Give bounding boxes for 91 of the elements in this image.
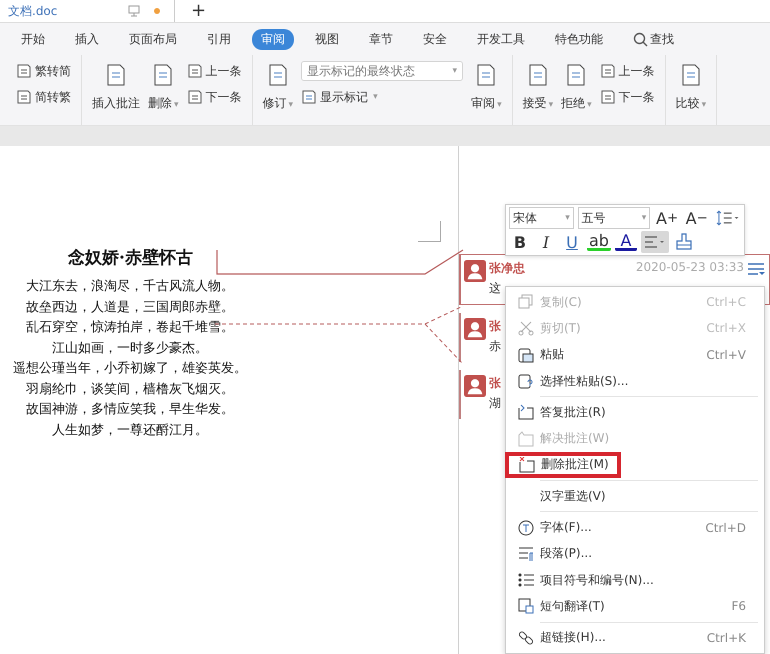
ribbon-button[interactable]: 下一条	[186, 87, 242, 107]
ribbon-button[interactable]: 下一条	[600, 87, 655, 107]
document-icon	[600, 63, 616, 79]
comment-text: 赤	[489, 338, 501, 355]
comment-icon	[518, 430, 534, 447]
ribbon-button[interactable]: 上一条	[600, 61, 655, 81]
brush-icon	[674, 233, 693, 251]
copy-icon	[518, 294, 534, 310]
ribbon-tab[interactable]: 章节	[360, 28, 402, 50]
poem-line: 人生如梦，一尊还酹江月。	[52, 422, 208, 440]
menu-icon[interactable]	[747, 262, 765, 276]
ribbon-button[interactable]: 比较 ▾	[676, 59, 706, 112]
paragraph-icon	[518, 546, 534, 562]
ribbon-button[interactable]: 拒绝 ▾	[561, 59, 592, 112]
line-spacing-icon	[716, 210, 740, 226]
avatar-icon	[464, 375, 486, 397]
align-left-icon	[642, 234, 667, 250]
comment-author: 张净忠	[489, 260, 525, 277]
comment-author: 张	[489, 375, 501, 392]
ribbon-tab[interactable]: 页面布局	[120, 28, 186, 50]
clipboard-icon	[518, 346, 534, 363]
poem-line: 遥想公瑾当年，小乔初嫁了，雄姿英发。	[13, 360, 247, 378]
ribbon-button[interactable]: 插入批注	[92, 59, 140, 112]
ribbon-button[interactable]: 显示标记 ▾	[301, 87, 464, 107]
monitor-icon[interactable]	[128, 5, 140, 17]
poem-line: 故垒西边，人道是，三国周郎赤壁。	[26, 298, 234, 316]
ribbon-button[interactable]: 修订 ▾	[262, 59, 294, 112]
document-icon	[301, 89, 318, 105]
poem-line: 故国神游，多情应笑我，早生华发。	[26, 401, 234, 419]
menu-item[interactable]: 答复批注(R)	[508, 399, 762, 426]
menu-item[interactable]: 删除批注(M)	[505, 452, 621, 478]
avatar-icon	[464, 260, 486, 282]
document-icon	[186, 89, 203, 105]
bold-button[interactable]: B	[509, 231, 531, 253]
comment-date: 2020-05-23 03:33	[636, 260, 744, 276]
menu-item[interactable]: 字体(F)... Ctrl+D	[508, 514, 762, 541]
poem-line: 江山如画，一时多少豪杰。	[52, 340, 208, 358]
ribbon-button[interactable]: 简转繁	[16, 87, 71, 107]
bullet-list-icon	[518, 572, 534, 588]
align-button[interactable]	[640, 231, 669, 253]
font-color-button[interactable]: A	[614, 233, 637, 251]
clipboard-icon	[518, 373, 534, 390]
ribbon-tab[interactable]: 安全	[414, 28, 456, 50]
poem-title: 念奴娇·赤壁怀古	[68, 247, 194, 269]
ribbon-button[interactable]: 繁转简	[16, 61, 71, 81]
comment-reply-icon	[518, 404, 534, 420]
poem-line: 乱石穿空，惊涛拍岸，卷起千堆雪。	[26, 319, 234, 337]
translate-icon	[518, 598, 534, 614]
page-corner-mark	[418, 221, 441, 242]
ribbon-tab[interactable]: 开发工具	[468, 28, 534, 50]
italic-button[interactable]: I	[535, 231, 557, 253]
poem-line: 大江东去，浪淘尽，千古风流人物。	[26, 278, 234, 296]
ribbon-button[interactable]: 上一条	[186, 61, 242, 81]
menu-item[interactable]: 短句翻译(T) F6	[508, 593, 762, 620]
ribbon-tab[interactable]: 插入	[66, 28, 108, 50]
menu-item[interactable]: 粘贴 Ctrl+V	[508, 342, 762, 368]
ribbon-tab[interactable]: 特色功能	[546, 28, 612, 50]
ribbon-button[interactable]: 审阅 ▾	[471, 59, 502, 112]
poem-line: 羽扇纶巾，谈笑间，樯橹灰飞烟灭。	[26, 380, 234, 398]
document-icon	[186, 63, 203, 79]
comment-delete-icon	[519, 456, 535, 473]
document-icon	[600, 89, 616, 105]
comment-author: 张	[489, 318, 501, 335]
scissors-icon	[518, 320, 534, 336]
menu-item[interactable]: 超链接(H)... Ctrl+K	[508, 624, 762, 651]
font-dropdown[interactable]: 宋体 ▾	[509, 207, 574, 229]
comment-text: 这	[489, 280, 501, 297]
highlight-button[interactable]: ab	[587, 233, 611, 251]
ribbon-button[interactable]: 删除 ▾	[148, 59, 179, 112]
ribbon-button[interactable]: 接受 ▾	[522, 59, 554, 112]
menu-item[interactable]: 段落(P)...	[508, 540, 762, 567]
search-button[interactable]: 查找	[624, 28, 683, 50]
document-icon	[16, 63, 32, 79]
link-icon	[518, 630, 534, 646]
avatar-icon	[464, 318, 486, 340]
menu-item[interactable]: 汉字重选(V)	[508, 483, 762, 510]
ribbon-tab[interactable]: 引用	[198, 28, 240, 50]
comment-text: 湖	[489, 395, 501, 412]
underline-button[interactable]: U	[561, 231, 583, 253]
font-icon	[518, 520, 534, 536]
document-icon	[16, 89, 32, 105]
ribbon-tab[interactable]: 审阅	[252, 28, 294, 50]
font-size-dropdown[interactable]: 五号 ▾	[578, 207, 650, 229]
markup-dropdown[interactable]: 显示标记的最终状态 ▾	[301, 61, 464, 81]
search-icon	[633, 32, 648, 46]
ribbon-tab[interactable]: 视图	[306, 28, 348, 50]
menu-item[interactable]: 选择性粘贴(S)...	[508, 368, 762, 394]
ribbon-tab[interactable]: 开始	[12, 28, 54, 50]
menu-item[interactable]: 项目符号和编号(N)...	[508, 566, 762, 594]
new-tab-button[interactable]: +	[191, 1, 206, 21]
document-tab[interactable]: 文档.doc	[8, 2, 118, 20]
